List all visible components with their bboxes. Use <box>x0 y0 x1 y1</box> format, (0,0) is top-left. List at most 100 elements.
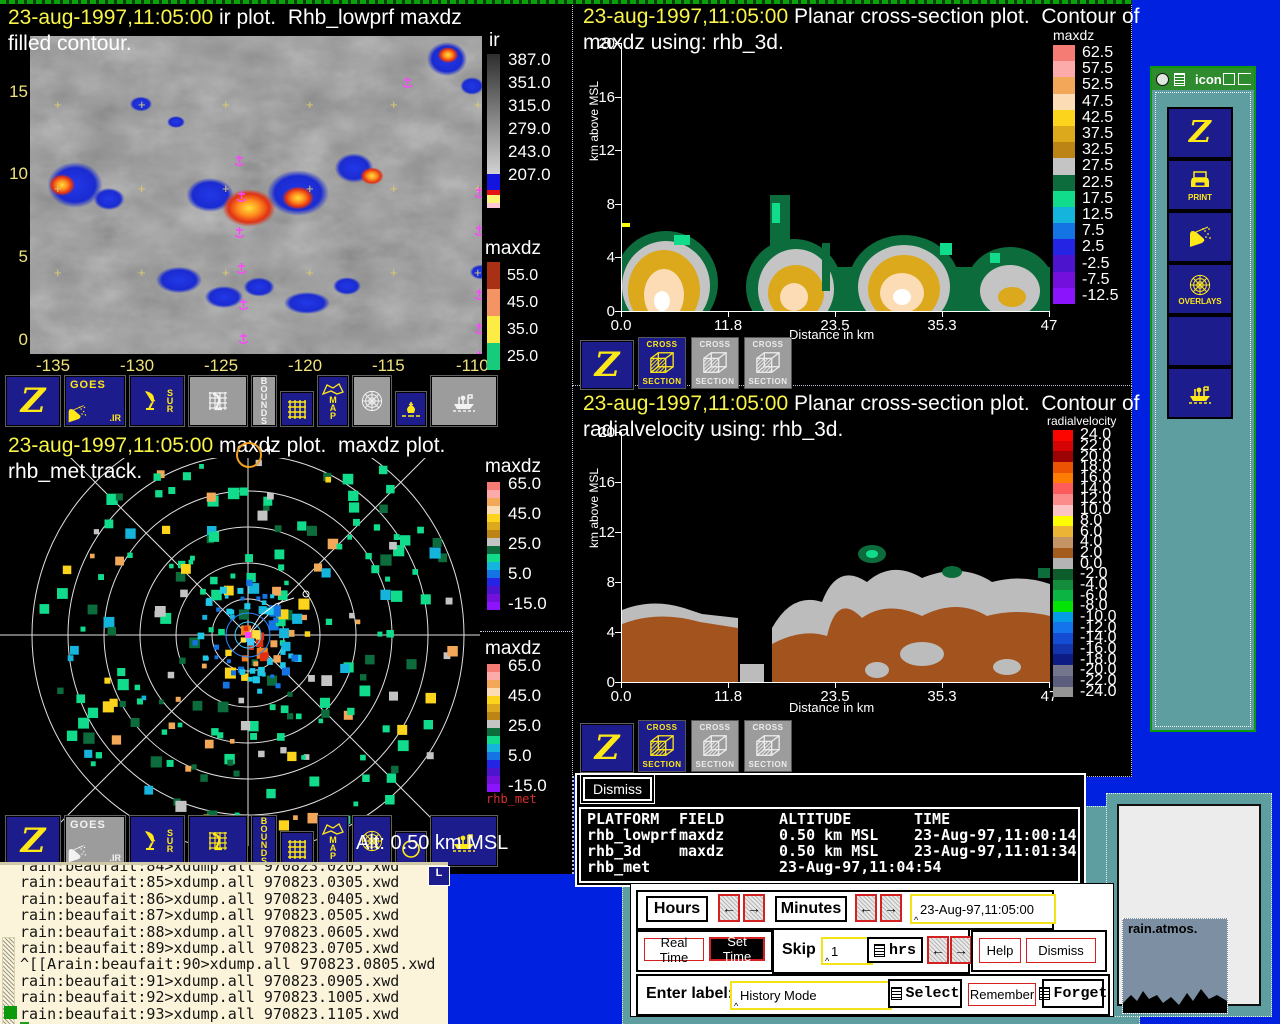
deep-convection-blob <box>44 170 80 200</box>
map-button[interactable]: MAP <box>318 816 348 866</box>
skip-field[interactable]: 1 <box>821 937 873 965</box>
latlon-grid-mark: + <box>306 350 314 354</box>
scale-tick: 207.0 <box>508 165 551 185</box>
z-button[interactable]: Z <box>581 341 633 389</box>
track-position-ring <box>236 442 262 468</box>
scale-title: maxdz <box>1053 27 1094 43</box>
color-swatch <box>1053 526 1073 537</box>
table-row: rhb_3dmaxdz0.50 km MSL23-Aug-97,11:01:34 <box>581 843 1078 859</box>
ship-track-marker <box>234 154 245 172</box>
latlon-grid-mark: + <box>306 266 314 279</box>
ship-track-marker-icon <box>234 226 245 239</box>
cross-section-maxdz-window: 23-aug-1997,11:05:00 Planar cross-sectio… <box>572 0 1132 386</box>
ship-button[interactable] <box>431 376 497 426</box>
remember-button[interactable]: Remember <box>968 983 1036 1006</box>
z-button[interactable]: Z <box>6 376 60 426</box>
bounds-button[interactable]: BOUNDS <box>252 816 276 866</box>
colorbar-entry: -24.0 <box>1053 687 1116 698</box>
terminal-line: ^[[Arain:beaufait:90>xdump.all 970823.08… <box>20 956 435 972</box>
deep-convection-blob <box>356 164 388 188</box>
minutes-forward-arrow[interactable]: → <box>880 894 902 922</box>
cross-section-button[interactable]: CROSSSECTION <box>638 720 686 772</box>
window-menu-icon[interactable] <box>1174 73 1185 86</box>
color-swatch <box>487 752 500 760</box>
x-tick-label: -110 <box>456 356 489 376</box>
rings-button[interactable] <box>353 376 391 426</box>
forget-menu-button[interactable]: Forget <box>1042 979 1104 1008</box>
x-tick <box>621 682 622 688</box>
cross-section-button[interactable]: CROSSSECTION <box>691 337 739 389</box>
maximize-button[interactable] <box>1238 73 1251 85</box>
dismiss-button[interactable]: Dismiss <box>1026 938 1096 963</box>
rings-panel-button[interactable]: OVERLAYS <box>1167 263 1233 315</box>
ship-track-marker <box>402 76 413 94</box>
window-menu-round-icon[interactable] <box>1156 73 1169 86</box>
cross-section-button[interactable]: CROSSSECTION <box>744 720 792 772</box>
help-button[interactable]: Help <box>979 938 1021 963</box>
ship-track-marker <box>474 224 482 242</box>
scale-tick: 45.0 <box>508 686 541 706</box>
time-field[interactable]: 23-Aug-97,11:05:00 <box>910 894 1056 924</box>
dismiss-button[interactable]: Dismiss <box>583 777 652 801</box>
minimized-window-icon[interactable]: L <box>428 866 450 886</box>
grid-radar-button[interactable] <box>189 376 247 426</box>
minutes-button[interactable]: Minutes <box>775 896 847 922</box>
radar-dish-panel-button[interactable] <box>1167 315 1233 367</box>
y-tick-label: 8 <box>587 574 615 591</box>
cold-cloud-blob <box>456 74 482 98</box>
plot-title-line2: rhb_met track. <box>8 460 142 484</box>
color-swatch <box>487 688 500 696</box>
radar-dish-button[interactable]: SUR <box>130 376 184 426</box>
color-swatch <box>487 602 500 610</box>
z-panel-button[interactable]: Z <box>1167 107 1233 159</box>
satellite-panel-button[interactable] <box>1167 211 1233 263</box>
color-swatch <box>1053 676 1073 687</box>
cross-section-button[interactable]: CROSSSECTION <box>691 720 739 772</box>
hours-button[interactable]: Hours <box>646 896 708 922</box>
select-menu-button[interactable]: Select <box>888 979 962 1008</box>
minutes-back-arrow[interactable]: ← <box>855 894 877 922</box>
grid-button[interactable] <box>281 832 313 866</box>
grid-radar-button[interactable] <box>189 816 247 866</box>
iconify-button[interactable] <box>1223 73 1235 85</box>
map-button[interactable]: MAP <box>318 376 348 426</box>
panel-button-label: OVERLAYS <box>1178 297 1221 306</box>
table-cell: 23-Aug-97,11:00:14 <box>914 827 1078 843</box>
goes-ir-button[interactable]: GOES.IR <box>65 376 125 426</box>
color-swatch <box>1053 77 1075 93</box>
rain-atmos-icon-window[interactable]: rain.atmos. <box>1122 918 1228 1014</box>
z-button[interactable]: Z <box>581 724 633 772</box>
table-cell: maxdz <box>679 827 779 843</box>
y-tick <box>615 532 621 533</box>
color-swatch <box>1053 207 1075 223</box>
color-swatch <box>487 736 500 744</box>
buoy-button[interactable] <box>396 392 426 426</box>
grid-button[interactable] <box>281 392 313 426</box>
z-button[interactable]: Z <box>6 816 60 866</box>
color-swatch <box>1053 110 1075 126</box>
printer-panel-button[interactable]: PRINT <box>1167 159 1233 211</box>
bounds-button[interactable]: BOUNDS <box>252 376 276 426</box>
ship-track-marker <box>474 350 482 354</box>
colorbar-entry: 47.5 <box>1053 94 1118 110</box>
skip-units-menu[interactable]: hrs <box>867 937 923 963</box>
cross-section-button[interactable]: CROSSSECTION <box>638 337 686 389</box>
real-time-button[interactable]: Real Time <box>644 938 704 961</box>
hours-back-arrow[interactable]: ← <box>718 894 740 922</box>
window-frame-top <box>0 0 1132 4</box>
radar-dish-button[interactable]: SUR <box>130 816 184 866</box>
ship-panel-button[interactable] <box>1167 367 1233 419</box>
scale-tick: 37.5 <box>1082 126 1113 142</box>
set-time-button[interactable]: Set Time <box>709 937 765 961</box>
goes-ir-button[interactable]: GOES.IR <box>65 816 125 866</box>
resize-grip[interactable] <box>4 1006 17 1019</box>
table-header-row: PLATFORMFIELDALTITUDETIME <box>581 811 1078 827</box>
cross-section-button[interactable]: CROSSSECTION <box>744 337 792 389</box>
cold-cloud-blob <box>328 274 366 298</box>
terminal-output: rain:beaufait:84>xdump.all 970823.0205.x… <box>20 862 435 1024</box>
skip-forward-arrow[interactable]: → <box>950 936 972 964</box>
skip-back-arrow[interactable]: ← <box>927 936 949 964</box>
terminal-line: rain:beaufait:92>xdump.all 970823.1005.x… <box>20 989 435 1005</box>
label-field[interactable]: History Mode <box>730 981 892 1010</box>
hours-forward-arrow[interactable]: → <box>743 894 765 922</box>
